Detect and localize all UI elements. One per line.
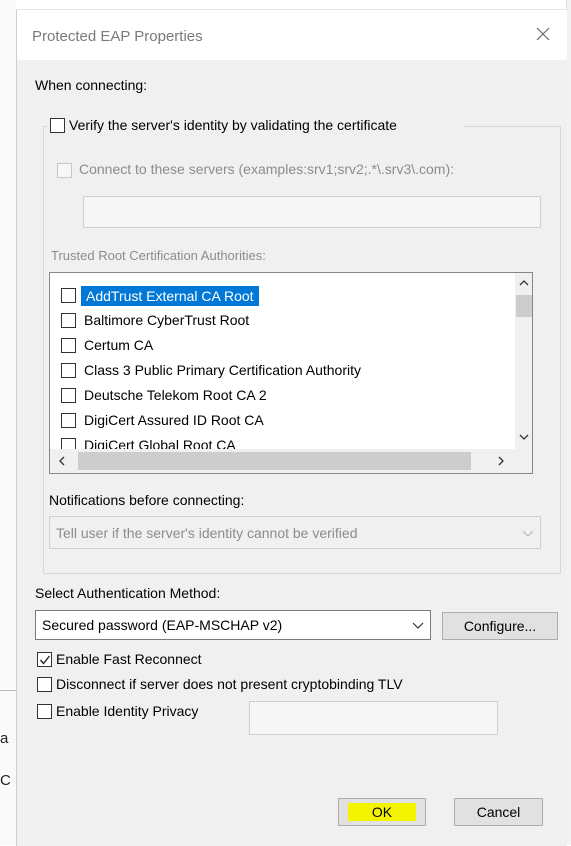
list-item-checkbox[interactable] xyxy=(61,288,76,303)
ok-button[interactable]: OK xyxy=(338,798,426,826)
list-item-checkbox[interactable] xyxy=(61,363,76,378)
auth-method-label: Select Authentication Method: xyxy=(35,585,221,601)
list-item[interactable]: DigiCert Assured ID Root CA xyxy=(50,408,510,433)
configure-button-label: Configure... xyxy=(463,618,537,634)
scroll-up-icon[interactable] xyxy=(519,279,529,287)
list-item-label: DigiCert Assured ID Root CA xyxy=(84,412,264,428)
cancel-button-label: Cancel xyxy=(476,804,521,820)
checkmark-icon xyxy=(39,655,51,665)
list-item[interactable]: Baltimore CyberTrust Root xyxy=(50,308,510,333)
close-icon xyxy=(536,27,550,41)
disconnect-cryptobinding-row[interactable]: Disconnect if server does not present cr… xyxy=(37,675,517,695)
scroll-right-icon[interactable] xyxy=(497,456,505,466)
configure-button[interactable]: Configure... xyxy=(442,612,558,640)
dialog-title: Protected EAP Properties xyxy=(32,28,203,45)
close-button[interactable] xyxy=(531,22,555,46)
notifications-label: Notifications before connecting: xyxy=(49,492,245,508)
notifications-dropdown[interactable]: Tell user if the server's identity canno… xyxy=(49,516,541,549)
connect-servers-checkbox-row[interactable]: Connect to these servers (examples:srv1;… xyxy=(55,160,535,182)
ok-button-label: OK xyxy=(347,803,417,821)
trusted-root-label: Trusted Root Certification Authorities: xyxy=(51,248,266,263)
list-item-checkbox[interactable] xyxy=(61,388,76,403)
background-window xyxy=(0,0,16,845)
when-connecting-label: When connecting: xyxy=(35,77,148,93)
list-item-label: Certum CA xyxy=(84,337,154,353)
enable-fast-reconnect-row[interactable]: Enable Fast Reconnect xyxy=(37,650,257,670)
list-item-label: Deutsche Telekom Root CA 2 xyxy=(84,387,267,403)
connect-servers-label: Connect to these servers (examples:srv1;… xyxy=(79,161,455,177)
servers-input[interactable] xyxy=(83,196,541,228)
list-item-checkbox[interactable] xyxy=(61,413,76,428)
horizontal-scroll-thumb[interactable] xyxy=(78,452,471,470)
enable-identity-privacy-label: Enable Identity Privacy xyxy=(56,703,199,719)
vertical-scroll-thumb[interactable] xyxy=(516,295,532,317)
list-item[interactable]: Class 3 Public Primary Certification Aut… xyxy=(50,358,510,383)
verify-identity-checkbox[interactable] xyxy=(50,118,65,133)
scrollbar-corner xyxy=(515,449,532,473)
notifications-value: Tell user if the server's identity canno… xyxy=(56,525,358,541)
identity-privacy-input[interactable] xyxy=(249,701,498,735)
scroll-left-icon[interactable] xyxy=(58,456,66,466)
verify-identity-checkbox-row[interactable]: Verify the server's identity by validati… xyxy=(47,114,463,138)
list-item[interactable]: AddTrust External CA Root xyxy=(50,283,510,308)
vertical-scrollbar[interactable] xyxy=(515,273,532,449)
list-item-checkbox[interactable] xyxy=(61,313,76,328)
list-item-checkbox[interactable] xyxy=(61,338,76,353)
enable-fast-reconnect-label: Enable Fast Reconnect xyxy=(56,651,202,667)
disconnect-cryptobinding-label: Disconnect if server does not present cr… xyxy=(56,676,403,692)
peap-properties-dialog: Protected EAP Properties When connecting… xyxy=(16,9,567,846)
title-bar: Protected EAP Properties xyxy=(17,10,567,60)
disconnect-cryptobinding-checkbox[interactable] xyxy=(37,677,52,692)
cancel-button[interactable]: Cancel xyxy=(454,798,543,826)
list-item[interactable]: Deutsche Telekom Root CA 2 xyxy=(50,383,510,408)
enable-identity-privacy-checkbox[interactable] xyxy=(37,704,52,719)
auth-method-value: Secured password (EAP-MSCHAP v2) xyxy=(42,617,283,633)
verify-identity-label: Verify the server's identity by validati… xyxy=(69,117,397,133)
chevron-down-icon xyxy=(522,530,534,537)
chevron-down-icon xyxy=(412,622,424,629)
connect-servers-checkbox[interactable] xyxy=(57,163,72,178)
enable-fast-reconnect-checkbox[interactable] xyxy=(37,652,52,667)
background-text: a xyxy=(0,730,9,747)
list-item-label: Baltimore CyberTrust Root xyxy=(84,312,250,328)
horizontal-scrollbar[interactable] xyxy=(50,449,515,473)
enable-identity-privacy-row[interactable]: Enable Identity Privacy xyxy=(37,702,237,722)
background-text: C xyxy=(0,772,11,789)
list-item[interactable]: Certum CA xyxy=(50,333,510,358)
scroll-down-icon[interactable] xyxy=(519,433,529,441)
list-item-label: AddTrust External CA Root xyxy=(81,286,259,306)
background-divider xyxy=(0,690,16,691)
auth-method-dropdown[interactable]: Secured password (EAP-MSCHAP v2) xyxy=(35,610,431,640)
trusted-root-list[interactable]: AddTrust External CA Root Baltimore Cybe… xyxy=(49,272,533,474)
list-item-label: Class 3 Public Primary Certification Aut… xyxy=(84,362,361,378)
